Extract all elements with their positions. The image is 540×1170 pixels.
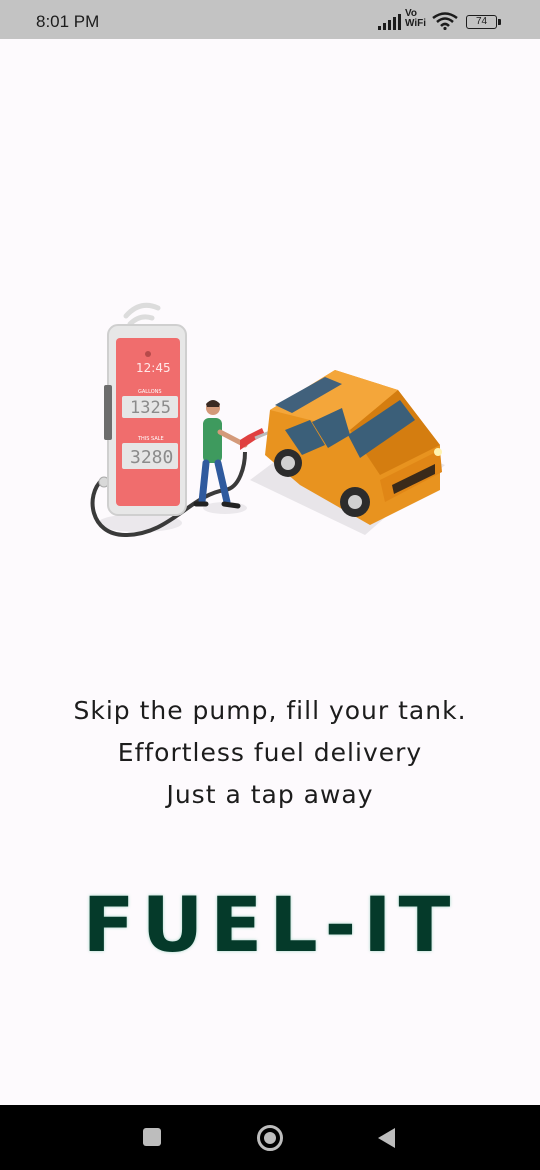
car (265, 370, 442, 525)
wifi-icon (432, 12, 458, 30)
recent-apps-icon[interactable] (143, 1128, 161, 1146)
battery-tip (498, 19, 501, 25)
back-icon[interactable] (378, 1128, 395, 1148)
vowifi-icon: Vo WiFi (405, 9, 429, 33)
navigation-bar (0, 1105, 540, 1170)
sale-label: THIS SALE (137, 436, 164, 442)
phone-pump: 12:45 GALLONS 1325 THIS SALE 3280 (104, 324, 187, 516)
ground-shadow (98, 514, 182, 532)
gallons-value: 1325 (130, 398, 171, 418)
tagline-line-2: Effortless fuel delivery (117, 738, 423, 767)
fuel-delivery-illustration: 12:45 GALLONS 1325 THIS SALE 3280 (90, 302, 445, 538)
tagline-line-1: Skip the pump, fill your tank. (73, 696, 467, 725)
fuel-nozzle (240, 428, 265, 450)
status-icons: Vo WiFi 74 (378, 9, 502, 33)
home-icon[interactable] (257, 1125, 283, 1151)
signal-icon (378, 14, 401, 30)
vowifi-bottom: WiFi (405, 18, 427, 29)
pump-time: 12:45 (136, 361, 171, 375)
tagline: Skip the pump, fill your tank. Effortles… (0, 690, 540, 816)
status-bar: 8:01 PM Vo WiFi 74 (0, 0, 540, 39)
tagline-line-3: Just a tap away (166, 780, 374, 809)
brand-logo-text: FUEL-IT (82, 880, 458, 969)
status-time: 8:01 PM (36, 12, 100, 31)
battery-level: 74 (466, 15, 497, 29)
battery-icon: 74 (466, 15, 502, 29)
gallons-label: GALLONS (138, 389, 162, 395)
sale-value: 3280 (130, 447, 173, 468)
